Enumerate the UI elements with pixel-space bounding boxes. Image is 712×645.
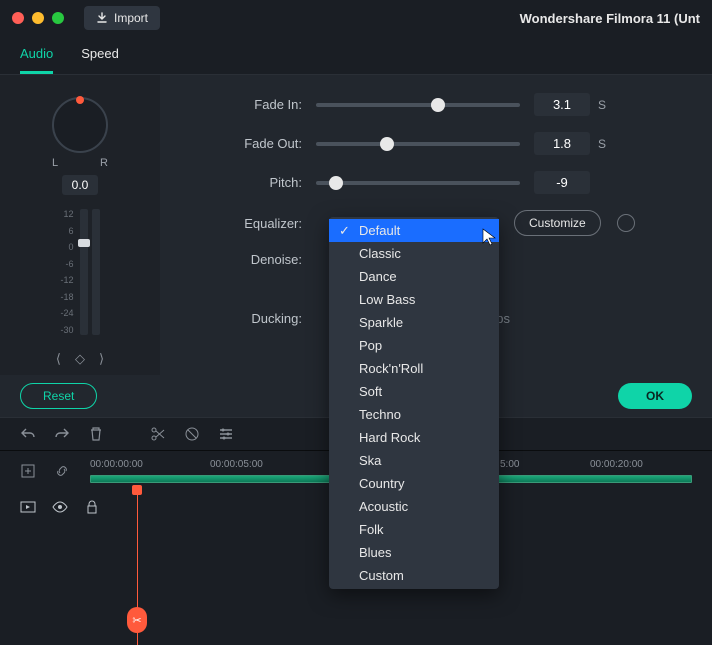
tab-audio[interactable]: Audio [20,46,53,74]
equalizer-option[interactable]: Country [329,472,499,495]
scale-tick: -6 [60,259,73,269]
keyframe-add-icon[interactable]: ◇ [75,351,85,367]
pitch-row: Pitch: -9 [170,171,692,194]
balance-knob[interactable] [52,97,108,153]
titlebar: Import Wondershare Filmora 11 (Unt [0,0,712,36]
equalizer-option[interactable]: Techno [329,403,499,426]
import-button[interactable]: Import [84,6,160,30]
meter-bars [80,209,100,335]
balance-column: L R 0.0 12 6 0 -6 -12 -18 -24 -30 ⟨ ◇ ⟩ [0,75,160,375]
ok-button[interactable]: OK [618,383,692,409]
equalizer-option[interactable]: Folk [329,518,499,541]
equalizer-label: Equalizer: [170,216,316,231]
scale-tick: -30 [60,325,73,335]
balance-lr: L R [52,157,108,169]
scale-tick: -18 [60,292,73,302]
playhead-handle[interactable] [132,485,142,495]
scale-tick: -12 [60,275,73,285]
track-video-icon[interactable] [20,499,36,515]
fade-in-unit: S [598,98,606,112]
equalizer-option[interactable]: Rock'n'Roll [329,357,499,380]
scale-tick: 12 [60,209,73,219]
slider-thumb[interactable] [380,137,394,151]
denoise-label: Denoise: [170,252,316,267]
timeline-icons [20,463,70,479]
link-icon[interactable] [54,463,70,479]
fade-out-value[interactable]: 1.8 [534,132,590,155]
equalizer-option[interactable]: Ska [329,449,499,472]
visibility-icon[interactable] [52,499,68,515]
trash-icon[interactable] [88,426,104,442]
close-icon[interactable] [12,12,24,24]
slider-thumb[interactable] [431,98,445,112]
scale-tick: 6 [60,226,73,236]
equalizer-option[interactable]: Soft [329,380,499,403]
fade-out-slider[interactable] [316,142,520,146]
slider-thumb[interactable] [329,176,343,190]
undo-icon[interactable] [20,426,36,442]
tab-speed[interactable]: Speed [81,46,119,74]
meter-scale: 12 6 0 -6 -12 -18 -24 -30 [60,209,73,335]
add-track-icon[interactable] [20,463,36,479]
redo-icon[interactable] [54,426,70,442]
fade-out-label: Fade Out: [170,136,316,151]
equalizer-option[interactable]: Default [329,219,499,242]
import-label: Import [114,11,148,25]
ducking-label: Ducking: [170,311,316,326]
balance-left-label: L [52,157,58,169]
scale-tick: -24 [60,308,73,318]
balance-knob-wrap [50,97,110,153]
balance-right-label: R [100,157,108,169]
scale-tick: 0 [60,242,73,252]
minimize-icon[interactable] [32,12,44,24]
cut-marker-icon[interactable]: ✂ [127,607,147,633]
fade-in-label: Fade In: [170,97,316,112]
scissors-icon[interactable] [150,426,166,442]
import-icon [96,12,108,24]
equalizer-option[interactable]: Pop [329,334,499,357]
fade-out-unit: S [598,137,606,151]
equalizer-option[interactable]: Classic [329,242,499,265]
reset-button[interactable]: Reset [20,383,97,409]
pitch-slider[interactable] [316,181,520,185]
customize-button[interactable]: Customize [514,210,601,236]
fade-out-row: Fade Out: 1.8 S [170,132,692,155]
equalizer-option[interactable]: Sparkle [329,311,499,334]
settings-icon[interactable] [218,426,234,442]
app-title: Wondershare Filmora 11 (Unt [520,11,700,26]
fade-in-row: Fade In: 3.1 S [170,93,692,116]
equalizer-option[interactable]: Blues [329,541,499,564]
fade-in-slider[interactable] [316,103,520,107]
ruler-tick: 00:00:20:00 [590,459,643,470]
fade-in-value[interactable]: 3.1 [534,93,590,116]
equalizer-dropdown[interactable]: DefaultClassicDanceLow BassSparklePopRoc… [329,217,499,589]
lock-icon[interactable] [84,499,100,515]
equalizer-option[interactable]: Hard Rock [329,426,499,449]
level-meter: 12 6 0 -6 -12 -18 -24 -30 [60,209,99,335]
equalizer-option[interactable]: Low Bass [329,288,499,311]
pitch-label: Pitch: [170,175,316,190]
meter-bar-left[interactable] [80,209,88,335]
ruler-tick: 00:00:00:00 [90,459,143,470]
maximize-icon[interactable] [52,12,64,24]
ruler-tick: 00:00:05:00 [210,459,263,470]
keyframe-prev-icon[interactable]: ⟨ [56,351,61,367]
revert-icon[interactable] [617,214,635,232]
pitch-value[interactable]: -9 [534,171,590,194]
balance-value: 0.0 [62,175,99,195]
window-controls [12,12,64,24]
ruler-tick: 5:00 [500,459,519,470]
crop-icon[interactable] [184,426,200,442]
meter-bar-right[interactable] [92,209,100,335]
equalizer-option[interactable]: Custom [329,564,499,587]
equalizer-option[interactable]: Acoustic [329,495,499,518]
meter-thumb[interactable] [78,239,90,247]
keyframe-next-icon[interactable]: ⟩ [99,351,104,367]
tabs: Audio Speed [0,36,712,75]
equalizer-option[interactable]: Dance [329,265,499,288]
keyframe-controls: ⟨ ◇ ⟩ [56,351,104,367]
